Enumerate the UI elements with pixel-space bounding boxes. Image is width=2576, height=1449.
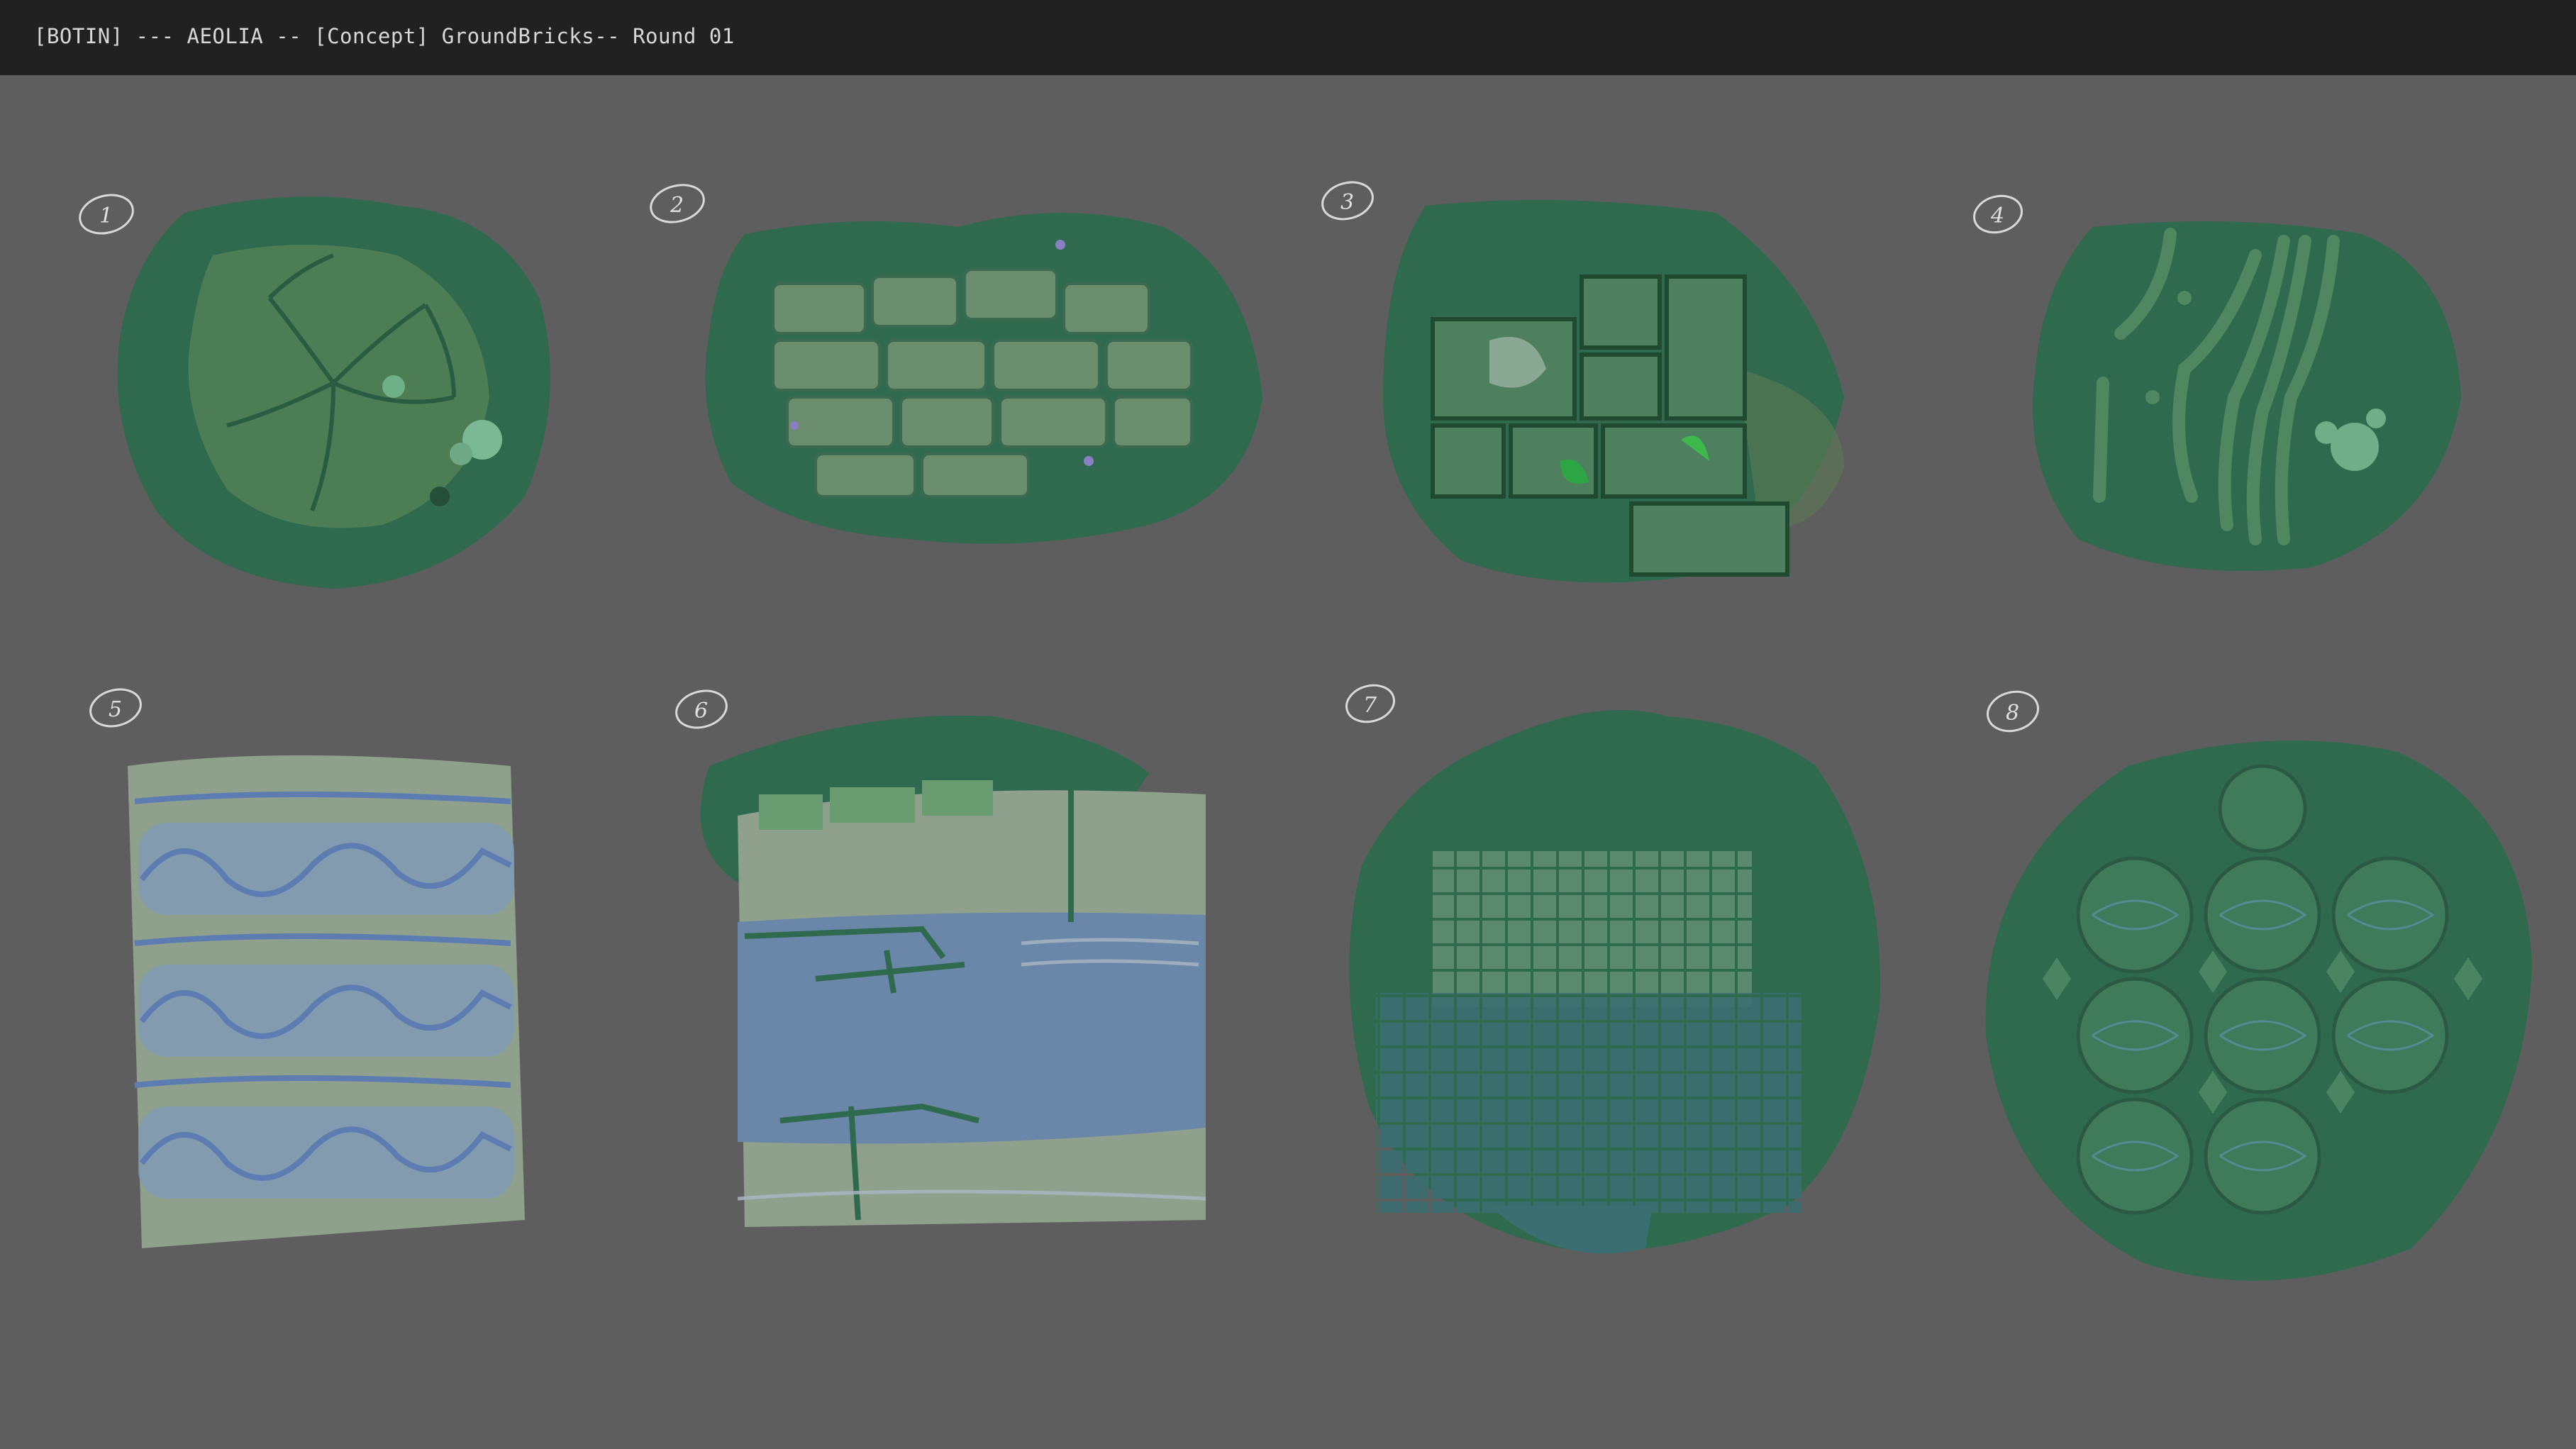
concept-8-label: 8 — [1987, 690, 2039, 733]
concept-5-sketch[interactable] — [128, 755, 525, 1248]
concept-4-sketch[interactable] — [2033, 221, 2461, 571]
concept-7-label: 7 — [1345, 684, 1395, 723]
svg-text:5: 5 — [109, 697, 122, 722]
window-title: [BOTIN] --- AEOLIA -- [Concept] GroundBr… — [34, 24, 735, 48]
concept-3-label: 3 — [1321, 181, 1374, 221]
concept-6-sketch[interactable] — [700, 715, 1206, 1227]
svg-text:8: 8 — [2006, 701, 2019, 726]
concept-1-sketch[interactable] — [117, 196, 551, 589]
concept-5-label: 5 — [89, 688, 142, 728]
concept-4-label: 4 — [1973, 194, 2023, 234]
concept-2-label: 2 — [650, 184, 705, 223]
svg-text:2: 2 — [670, 193, 684, 218]
concept-6-label: 6 — [675, 689, 728, 729]
concept-2-sketch[interactable] — [705, 213, 1262, 544]
svg-text:4: 4 — [1990, 204, 2004, 228]
concept-8-sketch[interactable] — [1985, 740, 2532, 1281]
concept-3-sketch[interactable] — [1383, 200, 1844, 583]
concept-7-sketch[interactable] — [1349, 710, 1880, 1254]
svg-text:1: 1 — [99, 204, 113, 228]
svg-text:6: 6 — [694, 699, 708, 723]
svg-text:3: 3 — [1340, 190, 1354, 215]
concept-canvas: 1 2 3 4 5 6 7 8 — [0, 75, 2576, 1449]
concept-1-label: 1 — [79, 194, 134, 235]
svg-text:7: 7 — [1363, 693, 1377, 718]
window-titlebar: [BOTIN] --- AEOLIA -- [Concept] GroundBr… — [0, 0, 2576, 75]
